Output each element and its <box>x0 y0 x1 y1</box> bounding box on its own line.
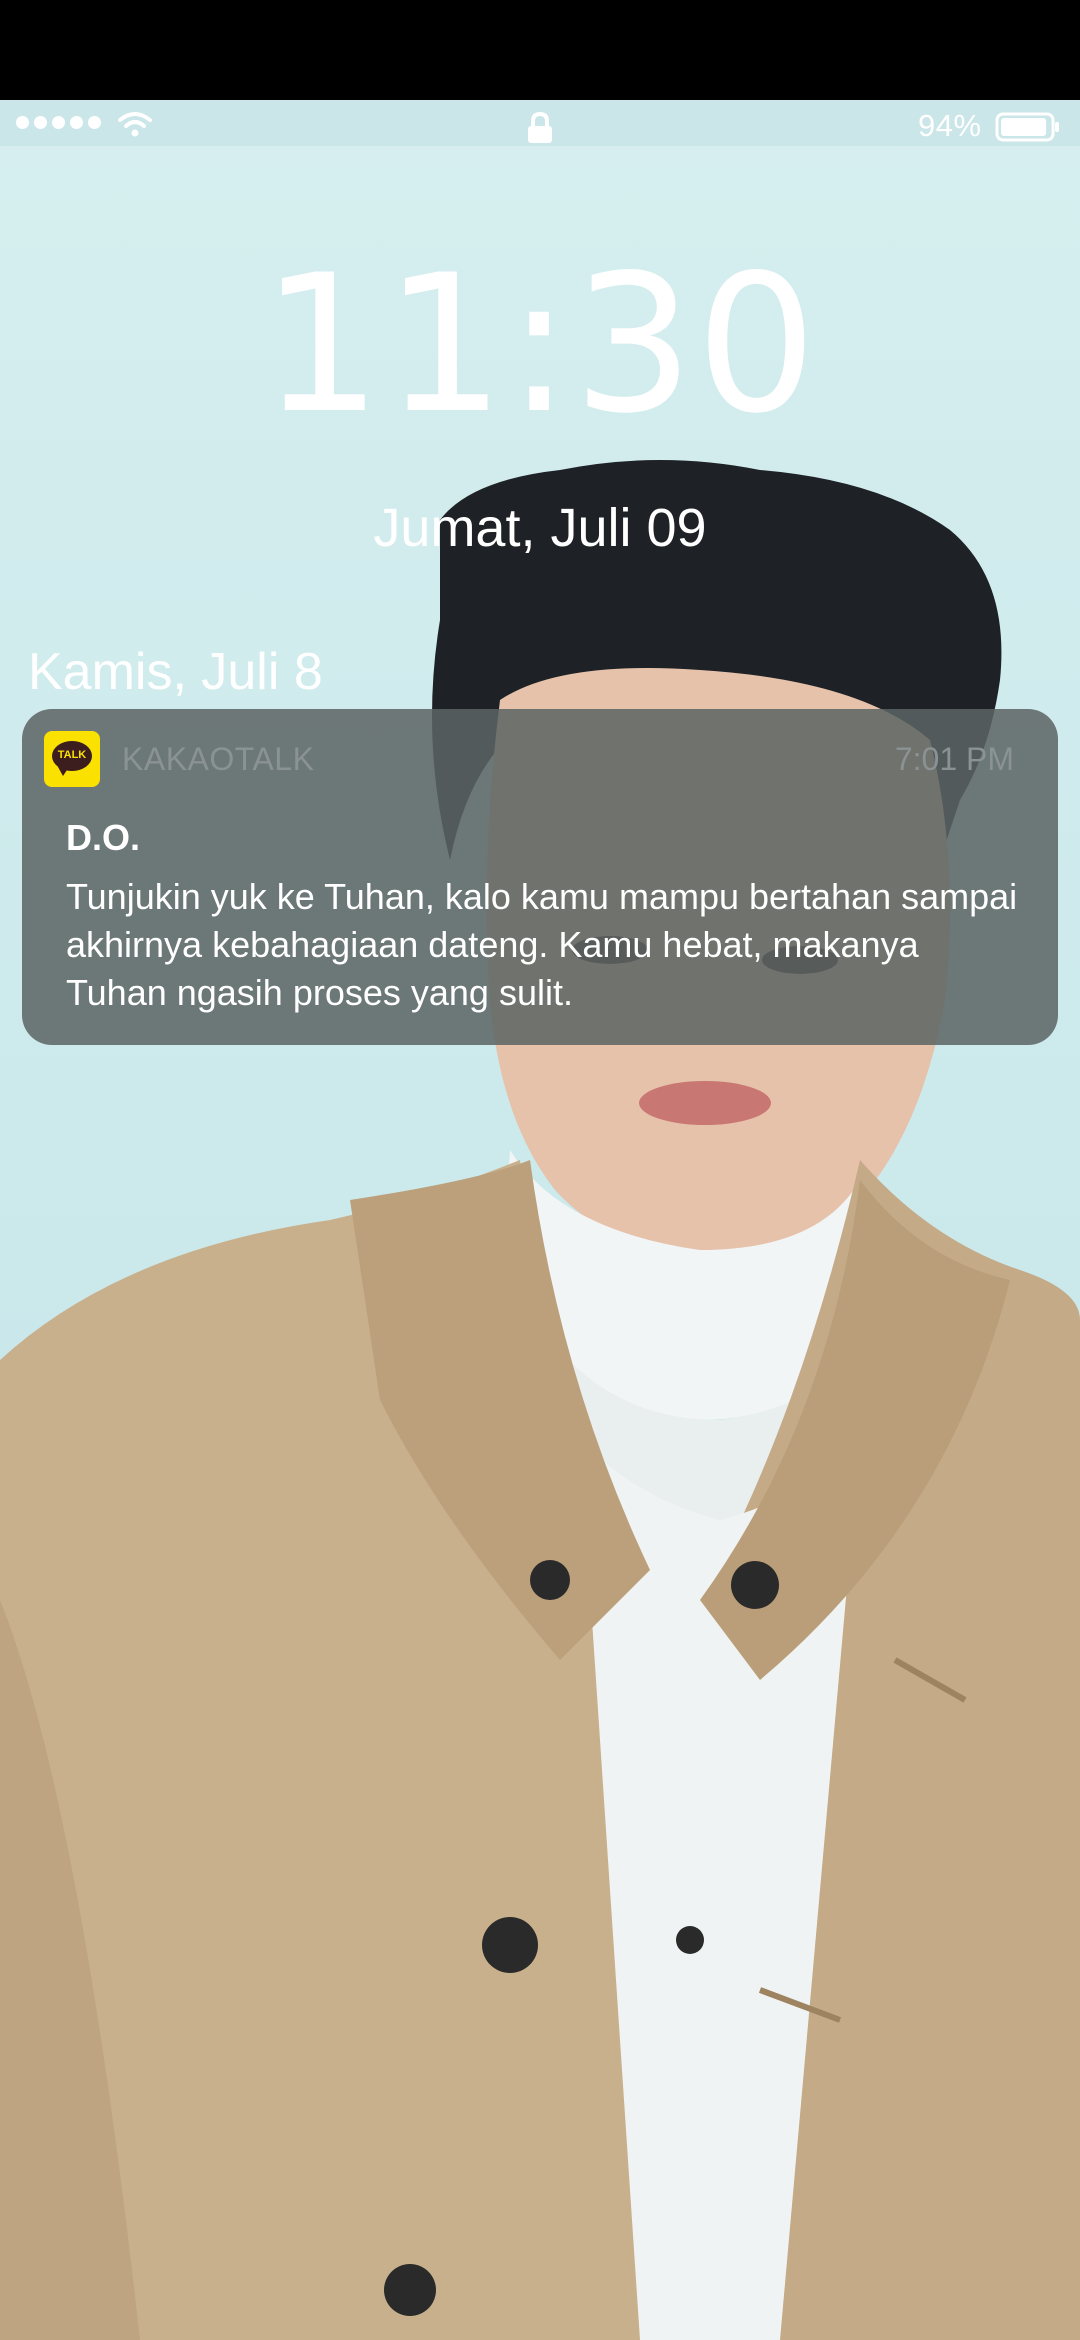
notification-time: 7:01 PM <box>894 741 1014 777</box>
notification-app-name: KAKAOTALK <box>122 741 315 777</box>
notification-message: Tunjukin yuk ke Tuhan, kalo kamu mampu b… <box>66 876 1018 1013</box>
app-icon-label: TALK <box>57 749 87 761</box>
notification-sender: D.O. <box>66 817 141 858</box>
notification-card[interactable]: TALK KAKAOTALK 7:01 PM D.O. Tunjukin yuk… <box>22 709 1058 1045</box>
lock-screen-date: Jumat, Juli 09 <box>373 498 707 558</box>
battery-icon <box>995 112 1059 142</box>
wifi-icon <box>118 112 152 137</box>
kakaotalk-app-icon: TALK <box>44 731 100 787</box>
battery-percent: 94% <box>918 108 982 143</box>
lock-icon <box>528 112 552 143</box>
signal-dots-icon <box>16 116 101 129</box>
lock-screen-time: 11:30 <box>261 234 819 455</box>
top-black-bar <box>0 0 1080 100</box>
notification-section-title: Kamis, Juli 8 <box>28 643 323 701</box>
